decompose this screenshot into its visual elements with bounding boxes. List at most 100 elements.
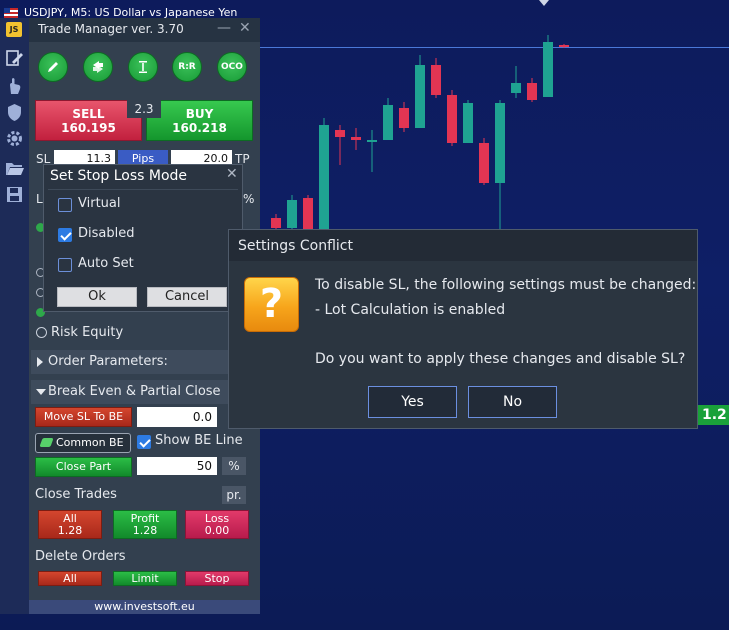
cancel-button[interactable]: Cancel xyxy=(147,287,227,307)
buy-button[interactable]: BUY 160.218 xyxy=(146,100,253,141)
close-loss-value: 0.00 xyxy=(204,524,230,537)
tag-icon xyxy=(39,438,54,447)
candle xyxy=(399,102,409,132)
lot-size-button[interactable] xyxy=(128,52,158,82)
reverse-button[interactable] xyxy=(83,52,113,82)
trade-manager-panel: Trade Manager ver. 3.70 — ✕ R:R OCO SELL… xyxy=(29,18,260,614)
common-be-button[interactable]: Common BE xyxy=(35,433,131,453)
hand-pointer-icon[interactable] xyxy=(4,76,25,97)
candle xyxy=(335,125,345,165)
risk-equity-option[interactable]: Risk Equity xyxy=(29,322,254,344)
break-even-section[interactable]: Break Even & Partial Close xyxy=(31,380,255,404)
reverse-arrows-icon xyxy=(93,61,103,73)
virtual-checkbox[interactable] xyxy=(58,198,72,212)
candle xyxy=(447,90,457,146)
delete-all-button[interactable]: All xyxy=(38,571,102,586)
candle xyxy=(495,100,505,230)
candle xyxy=(543,35,553,97)
folder-open-icon[interactable] xyxy=(4,158,25,179)
close-part-input[interactable]: 50 xyxy=(137,457,217,475)
candle xyxy=(383,98,393,140)
disabled-label: Disabled xyxy=(78,226,135,241)
risk-reward-button[interactable]: R:R xyxy=(172,52,202,82)
auto-set-checkbox[interactable] xyxy=(58,258,72,272)
conflict-message: To disable SL, the following settings mu… xyxy=(315,277,697,293)
close-profit-value: 1.28 xyxy=(132,524,158,537)
disabled-checkbox[interactable] xyxy=(58,228,72,242)
candle xyxy=(415,55,425,128)
move-sl-to-be-button[interactable]: Move SL To BE xyxy=(35,407,132,427)
candle xyxy=(511,66,521,98)
lot-label: L xyxy=(36,192,43,206)
shield-icon[interactable] xyxy=(4,102,25,123)
close-part-unit[interactable]: % xyxy=(222,457,246,475)
sl-mode-title: Set Stop Loss Mode xyxy=(50,168,188,184)
candle xyxy=(351,128,361,150)
candle xyxy=(559,44,569,48)
conflict-body: ? To disable SL, the following settings … xyxy=(229,261,697,428)
left-toolbar: JS xyxy=(0,18,29,614)
close-profit-button[interactable]: Profit 1.28 xyxy=(113,510,177,539)
sell-price: 160.195 xyxy=(61,121,116,135)
pr-button[interactable]: pr. xyxy=(222,486,246,504)
order-parameters-label: Order Parameters: xyxy=(48,354,168,369)
buy-price: 160.218 xyxy=(172,121,227,135)
panel-header[interactable]: Trade Manager ver. 3.70 — ✕ xyxy=(29,18,260,42)
gear-icon[interactable] xyxy=(4,128,25,149)
conflict-question: Do you want to apply these changes and d… xyxy=(315,351,686,367)
order-parameters-section[interactable]: Order Parameters: xyxy=(31,350,255,374)
delete-limit-button[interactable]: Limit xyxy=(113,571,177,586)
spread-value: 2.3 xyxy=(127,100,161,118)
website-link[interactable]: www.investsoft.eu xyxy=(29,600,260,614)
yes-button[interactable]: Yes xyxy=(368,386,457,418)
close-icon[interactable]: ✕ xyxy=(226,166,238,182)
edit-document-icon[interactable] xyxy=(4,48,25,69)
lot-size-icon xyxy=(139,61,147,73)
conflict-title: Settings Conflict xyxy=(238,238,353,254)
candle xyxy=(287,195,297,232)
candle xyxy=(431,58,441,98)
auto-set-label: Auto Set xyxy=(78,256,134,271)
virtual-label: Virtual xyxy=(78,196,121,211)
pencil-icon xyxy=(48,62,58,72)
buy-label: BUY xyxy=(185,107,214,121)
expand-arrow-icon xyxy=(37,357,43,367)
edit-order-button[interactable] xyxy=(38,52,68,82)
minimize-icon[interactable]: — xyxy=(217,20,231,36)
app-logo-icon: JS xyxy=(6,22,22,37)
common-be-label: Common BE xyxy=(56,436,124,449)
show-be-line-label: Show BE Line xyxy=(155,433,243,448)
settings-conflict-dialog: Settings Conflict ? To disable SL, the f… xyxy=(228,229,698,429)
close-part-button[interactable]: Close Part xyxy=(35,457,132,477)
move-sl-offset-input[interactable]: 0.0 xyxy=(137,407,217,427)
close-icon[interactable]: ✕ xyxy=(239,20,251,36)
ok-button[interactable]: Ok xyxy=(57,287,137,307)
close-all-value: 1.28 xyxy=(57,524,83,537)
risk-equity-radio[interactable] xyxy=(36,327,47,338)
break-even-label: Break Even & Partial Close xyxy=(48,384,221,399)
price-tag: 1.2 xyxy=(698,405,729,425)
question-icon: ? xyxy=(244,277,299,332)
candle xyxy=(367,130,377,172)
candle xyxy=(319,118,329,230)
conflict-detail: - Lot Calculation is enabled xyxy=(315,302,506,318)
sl-mode-body: Virtual Disabled Auto Set Ok Cancel xyxy=(48,189,238,309)
sell-button[interactable]: SELL 160.195 xyxy=(35,100,142,141)
risk-equity-label: Risk Equity xyxy=(51,325,124,340)
sell-label: SELL xyxy=(72,107,105,121)
candle xyxy=(463,100,473,143)
collapse-arrow-icon xyxy=(36,389,46,395)
panel-title: Trade Manager ver. 3.70 xyxy=(38,22,184,36)
close-trades-label: Close Trades xyxy=(35,487,117,502)
no-button[interactable]: No xyxy=(468,386,557,418)
candle xyxy=(527,78,537,102)
oco-button[interactable]: OCO xyxy=(217,52,247,82)
close-all-button[interactable]: All 1.28 xyxy=(38,510,102,539)
candle xyxy=(479,138,489,185)
close-loss-button[interactable]: Loss 0.00 xyxy=(185,510,249,539)
show-be-line-checkbox[interactable] xyxy=(137,435,151,449)
lot-percent-label: % xyxy=(243,192,255,206)
delete-stop-button[interactable]: Stop xyxy=(185,571,249,586)
save-disk-icon[interactable] xyxy=(4,184,25,205)
set-stop-loss-mode-dialog: Set Stop Loss Mode ✕ Virtual Disabled Au… xyxy=(43,164,243,312)
